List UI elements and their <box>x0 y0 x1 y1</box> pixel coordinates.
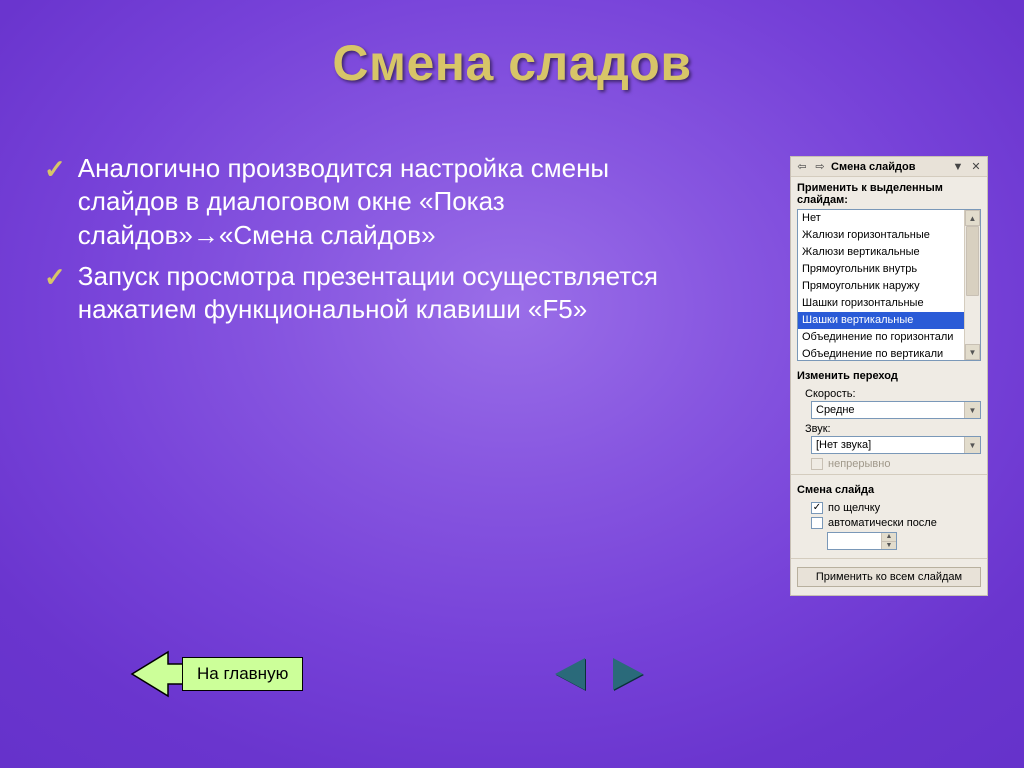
scroll-track[interactable] <box>965 226 980 344</box>
list-item[interactable]: Жалюзи вертикальные <box>798 244 964 261</box>
next-slide-button[interactable] <box>613 658 643 690</box>
transition-listbox[interactable]: Нет Жалюзи горизонтальные Жалюзи вертика… <box>797 209 981 361</box>
bullet-item: ✓ Запуск просмотра презентации осуществл… <box>78 260 688 327</box>
list-item[interactable]: Прямоугольник внутрь <box>798 261 964 278</box>
list-item[interactable]: Нет <box>798 210 964 227</box>
list-item[interactable]: Прямоугольник наружу <box>798 278 964 295</box>
checkmark-icon: ✓ <box>44 152 66 186</box>
checkmark-icon: ✓ <box>44 260 66 294</box>
speed-dropdown[interactable]: Средне ▼ <box>811 401 981 419</box>
on-click-label: по щелчку <box>828 502 880 514</box>
auto-after-checkbox[interactable] <box>811 517 823 529</box>
divider <box>791 558 987 559</box>
auto-after-label: автоматически после <box>828 517 937 529</box>
list-item-selected[interactable]: Шашки вертикальные <box>798 312 964 329</box>
prev-slide-button[interactable] <box>555 658 585 690</box>
close-icon[interactable]: ✕ <box>969 160 983 174</box>
spin-up-icon[interactable]: ▲ <box>882 533 896 542</box>
dropdown-icon[interactable]: ▼ <box>951 160 965 174</box>
content-body: ✓ Аналогично производится настройка смен… <box>78 152 688 334</box>
scrollbar[interactable]: ▲ ▼ <box>964 210 980 360</box>
spin-down-icon[interactable]: ▼ <box>882 542 896 550</box>
sound-label: Звук: <box>797 423 981 435</box>
transition-heading: Изменить переход <box>791 365 987 385</box>
speed-label: Скорость: <box>797 388 981 400</box>
sound-dropdown[interactable]: [Нет звука] ▼ <box>811 436 981 454</box>
back-icon[interactable]: ⇦ <box>795 160 809 174</box>
bullet-item: ✓ Аналогично производится настройка смен… <box>78 152 688 252</box>
panel-title: Смена слайдов <box>831 161 947 173</box>
apply-to-label: Применить к выделенным слайдам: <box>791 177 987 209</box>
delay-input[interactable] <box>828 533 881 549</box>
nav-arrows <box>555 658 643 690</box>
list-item[interactable]: Объединение по горизонтали <box>798 329 964 346</box>
list-item[interactable]: Объединение по вертикали <box>798 346 964 360</box>
advance-heading: Смена слайда <box>791 479 987 499</box>
forward-icon[interactable]: ⇨ <box>813 160 827 174</box>
slide-transition-panel: ⇦ ⇨ Смена слайдов ▼ ✕ Применить к выделе… <box>790 156 988 596</box>
list-inner: Нет Жалюзи горизонтальные Жалюзи вертика… <box>798 210 964 360</box>
sound-value: [Нет звука] <box>812 439 964 451</box>
chevron-down-icon[interactable]: ▼ <box>964 437 980 453</box>
home-label: На главную <box>182 657 303 691</box>
scroll-up-icon[interactable]: ▲ <box>965 210 980 226</box>
page-title: Смена сладов <box>0 34 1024 92</box>
speed-value: Средне <box>812 404 964 416</box>
bullet-text: Аналогично производится настройка смены … <box>78 152 688 252</box>
divider <box>791 474 987 475</box>
list-item[interactable]: Жалюзи горизонтальные <box>798 227 964 244</box>
on-click-checkbox[interactable] <box>811 502 823 514</box>
left-arrow-icon <box>130 650 186 698</box>
panel-header: ⇦ ⇨ Смена слайдов ▼ ✕ <box>791 157 987 177</box>
bullet-text: Запуск просмотра презентации осуществляе… <box>78 260 688 327</box>
home-link[interactable]: На главную <box>130 650 303 698</box>
list-item[interactable]: Шашки горизонтальные <box>798 295 964 312</box>
loop-label: непрерывно <box>828 458 890 470</box>
delay-spinner[interactable]: ▲ ▼ <box>827 532 897 550</box>
scroll-down-icon[interactable]: ▼ <box>965 344 980 360</box>
loop-checkbox <box>811 458 823 470</box>
scroll-thumb[interactable] <box>966 226 979 296</box>
apply-to-all-button[interactable]: Применить ко всем слайдам <box>797 567 981 587</box>
chevron-down-icon[interactable]: ▼ <box>964 402 980 418</box>
